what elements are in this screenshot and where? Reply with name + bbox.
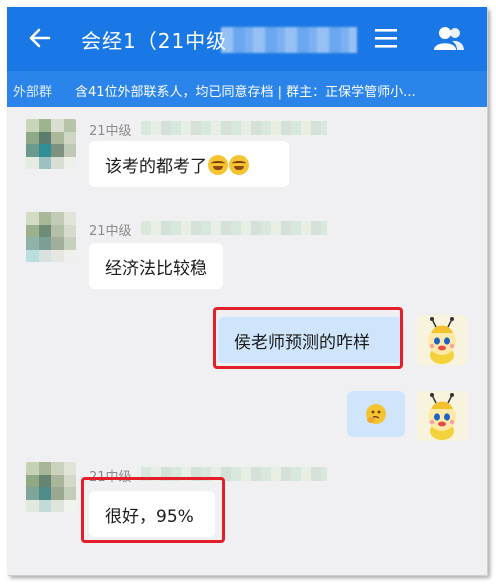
own-message-bubble[interactable]: 侯老师预测的咋样 (218, 317, 404, 363)
message-bubble[interactable]: 该考的都考了 (89, 141, 289, 187)
sender-redaction (141, 221, 327, 235)
sender-redaction (141, 467, 327, 481)
message-text: 侯老师预测的咋样 (234, 333, 370, 353)
message-text: 该考的都考了 (105, 152, 249, 177)
group-notice-bar[interactable]: 外部群 含41位外部联系人，均已同意存档 | 群主：正保学管师小... (7, 71, 487, 107)
own-avatar[interactable] (417, 391, 467, 441)
message-bubble[interactable]: 很好，95% (89, 491, 215, 537)
sender-name: 21中级 (89, 120, 329, 139)
chat-title: 会经1（21中级 (81, 29, 228, 53)
message-bubble[interactable]: 经济法比较稳 (89, 243, 223, 289)
chat-window: 会经1（21中级 外部群 含41位外部联系人，均已同意存档 | 群主：正保学管师… (7, 7, 487, 575)
laughing-crying-emoji-icon (229, 155, 249, 175)
group-members-icon[interactable] (433, 25, 465, 51)
message-text: 经济法比较稳 (105, 259, 207, 279)
avatar[interactable] (26, 119, 76, 169)
external-group-tag: 外部群 (13, 85, 53, 100)
sender-name: 21中级 (89, 466, 329, 485)
sender-name: 21中级 (89, 220, 329, 239)
bee-avatar-icon (428, 317, 456, 364)
own-avatar[interactable] (417, 315, 467, 365)
thinking-face-emoji-icon (366, 404, 386, 424)
own-message-bubble[interactable] (347, 391, 405, 437)
message-text: 很好，95% (105, 507, 194, 527)
laughing-crying-emoji-icon (208, 155, 228, 175)
title-redaction (221, 27, 357, 53)
sender-redaction (141, 121, 327, 135)
bee-avatar-icon (428, 393, 456, 440)
avatar[interactable] (26, 462, 76, 512)
menu-icon[interactable] (373, 27, 399, 49)
top-bar: 会经1（21中级 (7, 7, 487, 71)
avatar[interactable] (26, 212, 76, 262)
arrow-left-icon[interactable] (27, 25, 53, 51)
group-notice-text: 含41位外部联系人，均已同意存档 | 群主：正保学管师小... (75, 85, 416, 100)
